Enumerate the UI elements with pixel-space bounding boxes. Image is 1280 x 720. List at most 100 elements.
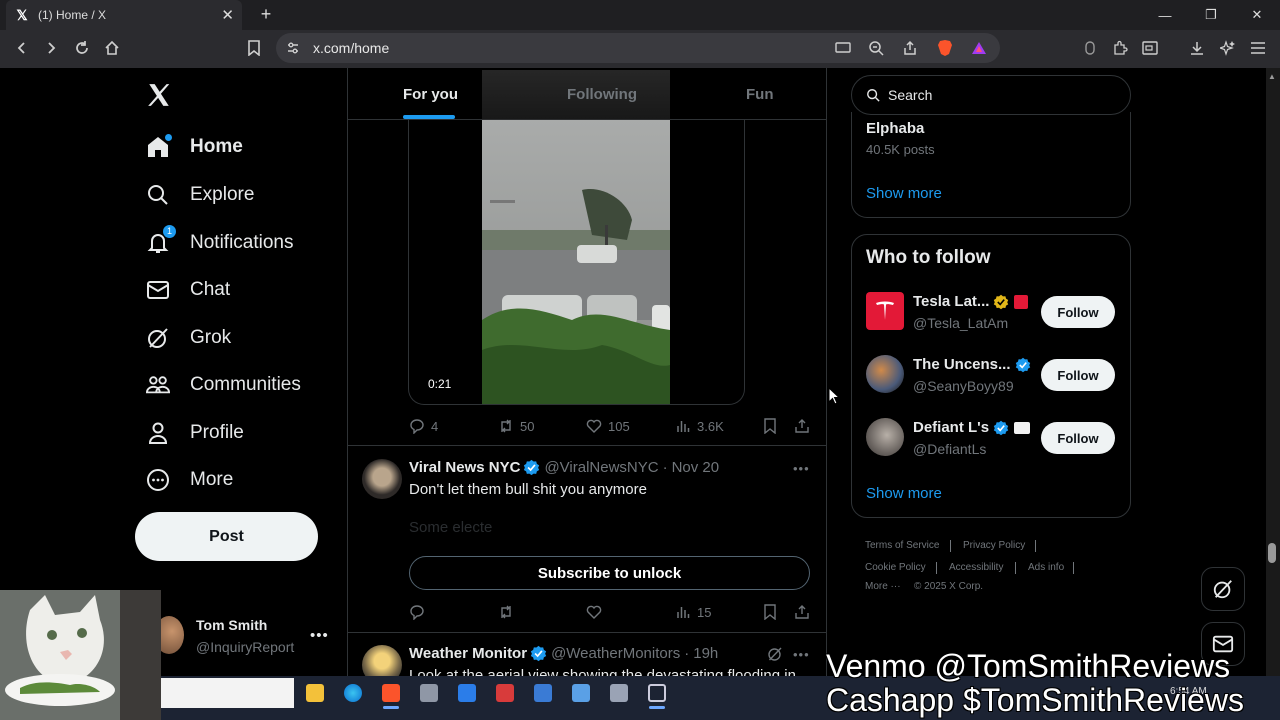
page-scrollbar[interactable] — [1266, 68, 1280, 720]
taskbar-search-box[interactable] — [161, 678, 294, 708]
footer-accessibility-link[interactable]: Accessibility — [949, 562, 1003, 573]
repost-button[interactable]: 50 — [498, 418, 534, 434]
grok-explain-icon[interactable] — [767, 646, 783, 667]
share-icon[interactable] — [900, 38, 920, 58]
video-thumbnail[interactable] — [482, 120, 670, 404]
home-page-button[interactable] — [101, 37, 123, 59]
camera-app-icon[interactable] — [610, 684, 628, 702]
follow-account-handle[interactable]: @Tesla_LatAm — [913, 315, 1008, 331]
app-icon[interactable] — [534, 684, 552, 702]
bookmark-button[interactable] — [763, 418, 783, 434]
views-button[interactable]: 3.6K — [675, 418, 724, 434]
reply-button[interactable] — [409, 604, 431, 620]
nav-explore[interactable]: Explore — [146, 180, 254, 210]
footer-terms-link[interactable]: Terms of Service — [865, 540, 939, 551]
account-handle[interactable]: @InquiryReport — [196, 639, 294, 655]
tweet-handle[interactable]: @WeatherMonitors — [551, 645, 680, 662]
account-name[interactable]: Tom Smith — [196, 617, 267, 633]
brave-rewards-icon[interactable] — [969, 38, 989, 58]
new-tab-button[interactable]: + — [256, 4, 276, 24]
search-input[interactable]: Search — [851, 75, 1131, 115]
file-explorer-icon[interactable] — [306, 684, 324, 702]
like-button[interactable]: 105 — [586, 418, 630, 434]
follow-avatar-defiant[interactable] — [866, 418, 904, 456]
who-to-follow-show-more-link[interactable]: Show more — [866, 485, 942, 502]
grok-float-button[interactable] — [1201, 567, 1245, 611]
edge-icon[interactable] — [344, 684, 362, 702]
brave-shields-icon[interactable] — [935, 38, 955, 58]
sidebar-toggle-icon[interactable] — [1140, 38, 1160, 58]
restore-button[interactable]: ❐ — [1188, 0, 1234, 30]
close-tab-icon[interactable]: ✕ — [221, 6, 234, 24]
nav-grok[interactable]: Grok — [146, 323, 231, 353]
follow-account-name[interactable]: Tesla Lat... — [913, 293, 989, 310]
follow-account-handle[interactable]: @SeanyBoyy89 — [913, 378, 1014, 394]
repost-button[interactable] — [498, 604, 520, 620]
post-button[interactable]: Post — [135, 512, 318, 561]
like-button[interactable] — [586, 604, 608, 620]
share-button[interactable] — [794, 418, 816, 434]
tweet-time[interactable]: Nov 20 — [672, 459, 720, 476]
vpn-icon[interactable] — [1080, 38, 1100, 58]
app-icon[interactable] — [496, 684, 514, 702]
tab-following[interactable]: Following — [567, 86, 637, 103]
follow-account-handle[interactable]: @DefiantLs — [913, 441, 986, 457]
follow-account-name[interactable]: Defiant L's — [913, 419, 989, 436]
follow-avatar-tesla[interactable] — [866, 292, 904, 330]
reload-button[interactable] — [71, 37, 93, 59]
footer-more-link[interactable]: More ··· — [865, 581, 901, 592]
forward-button[interactable] — [40, 37, 62, 59]
browser-tab[interactable]: 𝕏 (1) Home / X ✕ — [6, 0, 242, 30]
nav-notifications[interactable]: 1 Notifications — [146, 225, 294, 258]
nav-chat[interactable]: Chat — [146, 275, 230, 305]
settings-app-icon[interactable] — [648, 684, 666, 702]
downloads-icon[interactable] — [1187, 38, 1207, 58]
tweet-avatar[interactable] — [362, 459, 402, 499]
tab-for-you[interactable]: For you — [403, 86, 458, 103]
share-button[interactable] — [794, 604, 816, 620]
reply-button[interactable]: 4 — [409, 418, 438, 434]
extensions-icon[interactable] — [1110, 38, 1130, 58]
follow-button[interactable]: Follow — [1041, 422, 1115, 454]
follow-button[interactable]: Follow — [1041, 296, 1115, 328]
trends-show-more-link[interactable]: Show more — [866, 185, 942, 202]
tweet-author-name[interactable]: Viral News NYC — [409, 459, 520, 476]
follow-button[interactable]: Follow — [1041, 359, 1115, 391]
back-button[interactable] — [11, 37, 33, 59]
follow-avatar-uncensored[interactable] — [866, 355, 904, 393]
tweet-time[interactable]: 19h — [693, 645, 718, 662]
footer-ads-link[interactable]: Ads info — [1028, 562, 1064, 573]
footer-cookie-link[interactable]: Cookie Policy — [865, 562, 926, 573]
nav-profile[interactable]: Profile — [146, 418, 244, 448]
tweet-more-icon[interactable]: ••• — [793, 461, 810, 476]
trend-name[interactable]: Elphaba — [866, 120, 924, 137]
tweet-author-name[interactable]: Weather Monitor — [409, 645, 527, 662]
minimize-button[interactable]: — — [1142, 0, 1188, 30]
views-button[interactable]: 15 — [675, 604, 711, 620]
account-menu-icon[interactable]: ••• — [310, 627, 329, 644]
nav-more[interactable]: More — [146, 465, 233, 495]
x-logo-icon[interactable] — [146, 82, 172, 108]
tab-fun[interactable]: Fun — [746, 86, 774, 103]
bookmark-page-icon[interactable] — [243, 37, 265, 59]
site-settings-icon[interactable] — [283, 38, 303, 58]
nav-home[interactable]: Home — [146, 132, 243, 162]
leo-ai-icon[interactable] — [1218, 38, 1238, 58]
calculator-icon[interactable] — [420, 684, 438, 702]
footer-privacy-link[interactable]: Privacy Policy — [963, 540, 1025, 551]
tweet-more-icon[interactable]: ••• — [793, 647, 810, 662]
close-window-button[interactable]: ✕ — [1234, 0, 1280, 30]
brave-taskbar-icon[interactable] — [382, 684, 400, 702]
scroll-up-icon[interactable]: ▲ — [1268, 72, 1276, 81]
bookmark-button[interactable] — [763, 604, 783, 620]
subscribe-to-unlock-button[interactable]: Subscribe to unlock — [409, 556, 810, 590]
scrollbar-thumb[interactable] — [1268, 543, 1276, 563]
menu-icon[interactable] — [1248, 38, 1268, 58]
tweet-handle[interactable]: @ViralNewsNYC — [544, 459, 658, 476]
cast-icon[interactable] — [833, 38, 853, 58]
zoom-icon[interactable] — [866, 38, 886, 58]
app-icon[interactable] — [572, 684, 590, 702]
follow-account-name[interactable]: The Uncens... — [913, 356, 1011, 373]
nav-communities[interactable]: Communities — [146, 370, 301, 400]
app-icon[interactable] — [458, 684, 476, 702]
